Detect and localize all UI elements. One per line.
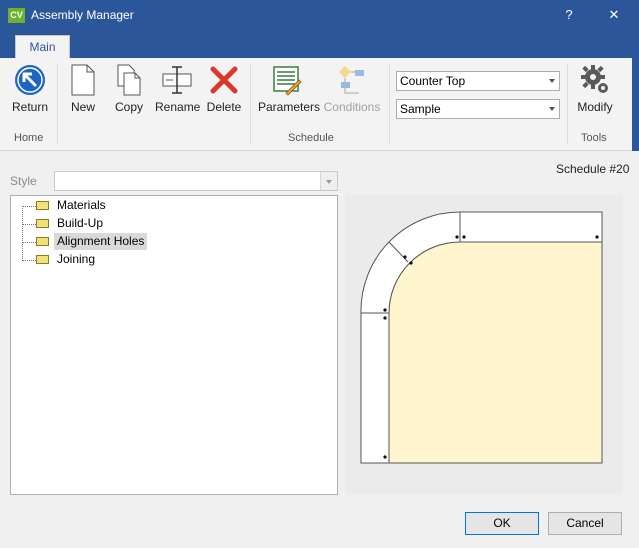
tree-item-label: Alignment Holes [54, 233, 148, 250]
folder-icon [36, 219, 49, 228]
app-logo-icon: CV [8, 8, 25, 23]
return-label: Return [11, 100, 49, 114]
countertop-diagram [360, 211, 603, 464]
new-button[interactable]: New [66, 64, 100, 114]
group-label-tools: Tools [581, 132, 607, 144]
copy-label: Copy [114, 100, 143, 114]
cancel-button[interactable]: Cancel [548, 512, 622, 535]
gear-icon [581, 65, 608, 93]
parameters-label: Parameters [258, 100, 321, 114]
group-label-schedule: Schedule [288, 132, 334, 144]
modify-label: Modify [577, 100, 613, 114]
tree-item-label: Joining [57, 252, 96, 266]
new-page-icon [71, 64, 95, 96]
help-button[interactable]: ? [558, 5, 580, 25]
parameters-icon [273, 66, 302, 96]
modify-button[interactable]: Modify [575, 64, 615, 114]
alignment-hole [595, 235, 599, 239]
group-label-home: Home [14, 132, 44, 144]
tree-connector [22, 206, 23, 261]
conditions-icon [339, 66, 364, 94]
delete-button[interactable]: Delete [205, 64, 243, 114]
separator [567, 64, 568, 144]
alignment-hole [383, 308, 387, 312]
alignment-hole [455, 235, 459, 239]
tree-connector [22, 242, 36, 243]
tree-connector [22, 224, 36, 225]
rename-icon [162, 66, 192, 94]
tree-item-label: Build-Up [57, 216, 104, 230]
chevron-down-icon [549, 79, 555, 83]
countertop-surface [388, 241, 603, 464]
tree-connector [22, 206, 36, 207]
ribbon: Return Home New Copy Rename Delete Param… [0, 58, 632, 151]
ribbon-tab-strip [0, 31, 639, 58]
return-icon [15, 65, 45, 95]
chevron-down-icon [320, 172, 337, 190]
new-label: New [70, 100, 95, 114]
separator [250, 64, 251, 144]
style-select[interactable] [54, 171, 338, 191]
assembly-preview [345, 195, 623, 495]
rename-button[interactable]: Rename [155, 64, 201, 114]
delete-icon [210, 66, 238, 94]
alignment-hole [409, 261, 413, 265]
folder-icon [36, 201, 49, 210]
conditions-label: Conditions [323, 100, 381, 114]
alignment-hole [462, 235, 466, 239]
schedule-combo-bottom-value: Sample [400, 102, 441, 116]
tree-connector [22, 260, 36, 261]
delete-label: Delete [206, 100, 242, 114]
window-title: Assembly Manager [31, 8, 134, 22]
folder-icon [36, 237, 49, 246]
alignment-hole [383, 316, 387, 320]
window-edge [632, 31, 639, 151]
title-bar: CV Assembly Manager ? ✕ [0, 0, 639, 31]
parameters-button[interactable]: Parameters [258, 64, 321, 114]
assembly-tree[interactable]: Materials Build-Up Alignment Holes Joini… [10, 195, 338, 495]
alignment-hole [383, 455, 387, 459]
chevron-down-icon [549, 107, 555, 111]
schedule-combo-top-value: Counter Top [400, 74, 466, 88]
copy-button[interactable]: Copy [110, 64, 148, 114]
alignment-hole [403, 255, 407, 259]
folder-icon [36, 255, 49, 264]
return-button[interactable]: Return [10, 64, 50, 114]
rename-label: Rename [155, 100, 201, 114]
tree-item-label: Materials [57, 198, 106, 212]
separator [389, 64, 390, 144]
schedule-combo-bottom[interactable]: Sample [396, 99, 560, 119]
close-button[interactable]: ✕ [603, 5, 625, 25]
ok-button[interactable]: OK [465, 512, 539, 535]
schedule-combo-top[interactable]: Counter Top [396, 71, 560, 91]
copy-icon [117, 64, 141, 96]
separator [57, 64, 58, 144]
conditions-button[interactable]: Conditions [322, 64, 382, 114]
tab-main[interactable]: Main [15, 35, 70, 58]
style-label: Style [10, 174, 37, 188]
schedule-number: Schedule #20 [556, 162, 630, 176]
